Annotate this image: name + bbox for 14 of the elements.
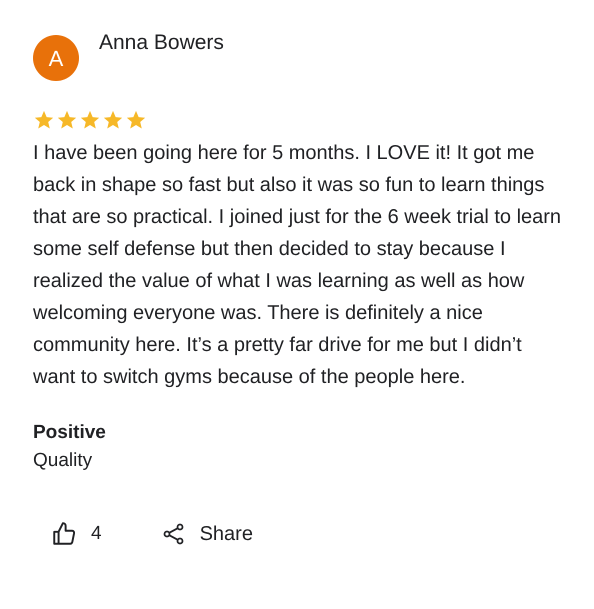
thumbs-up-icon (51, 521, 77, 547)
author-name: Anna Bowers (99, 30, 224, 56)
highlight-value: Quality (33, 449, 94, 473)
share-icon (162, 522, 186, 546)
star-icon (125, 109, 147, 131)
star-icon (33, 109, 55, 131)
review-text: I have been going here for 5 months. I LOVE it! It got me back in shape so fast but also it was so fun to learn things that are so practical. I joined just for the 6 week trial to learn some self defense but then decided to stay because I realized the value of what I was learning as well as how welcoming everyone was. There is definitely a nice community here. It’s a pretty far drive for me but I didn’t want to switch gyms because of the people here. (33, 141, 562, 390)
star-icon (56, 109, 78, 131)
star-icon (102, 109, 124, 131)
highlight-heading: Positive (33, 421, 107, 445)
like-button[interactable]: 4 (51, 520, 102, 548)
avatar: A (33, 35, 79, 81)
star-icon (79, 109, 101, 131)
share-button[interactable]: Share (162, 519, 253, 549)
